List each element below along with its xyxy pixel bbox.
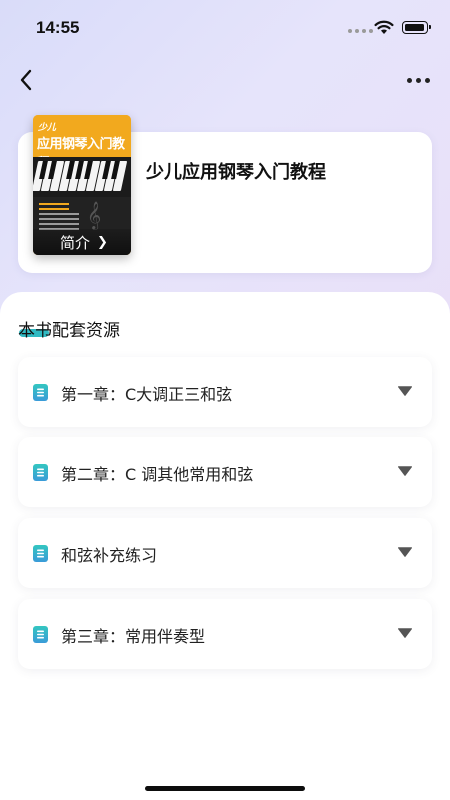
chapter-label: 第二章：C 调其他常用和弦: [61, 465, 254, 484]
more-options-icon[interactable]: [404, 70, 432, 90]
document-icon: [33, 464, 48, 481]
signal-icon: [348, 29, 373, 33]
section-title-text: 本书配套资源: [18, 321, 120, 341]
document-icon: [33, 626, 48, 643]
treble-clef-icon: 𝄞: [87, 201, 102, 229]
cover-piano-keys: [33, 157, 131, 197]
chapter-label: 第一章：C大调正三和弦: [61, 385, 233, 404]
chapter-item[interactable]: 第三章：常用伴奏型: [18, 599, 432, 669]
triangle-down-icon[interactable]: [398, 386, 412, 396]
battery-icon: [402, 21, 431, 34]
status-time: 14:55: [36, 18, 80, 37]
intro-link[interactable]: 简介: [60, 232, 90, 253]
chapter-label: 和弦补充练习: [61, 546, 158, 565]
document-icon: [33, 384, 48, 401]
chapter-label: 第三章：常用伴奏型: [61, 627, 206, 646]
chapter-item[interactable]: 第一章：C大调正三和弦: [18, 357, 432, 427]
triangle-down-icon[interactable]: [398, 466, 412, 476]
status-bar: 14:55: [0, 0, 450, 56]
section-title: 本书配套资源: [18, 316, 120, 341]
cover-series-label: 少儿: [38, 123, 57, 133]
home-indicator[interactable]: [145, 786, 305, 791]
chapter-item[interactable]: 和弦补充练习: [18, 518, 432, 588]
chapter-item[interactable]: 第二章：C 调其他常用和弦: [18, 437, 432, 507]
triangle-down-icon[interactable]: [398, 628, 412, 638]
triangle-down-icon[interactable]: [398, 547, 412, 557]
document-icon: [33, 545, 48, 562]
book-cover[interactable]: 少儿 应用钢琴入门教程 𝄞 简介 ❯: [33, 115, 131, 255]
book-title: 少儿应用钢琴入门教程: [146, 162, 326, 183]
back-icon[interactable]: [14, 66, 42, 94]
wifi-icon: [374, 20, 394, 34]
chevron-right-icon: ❯: [97, 235, 108, 250]
